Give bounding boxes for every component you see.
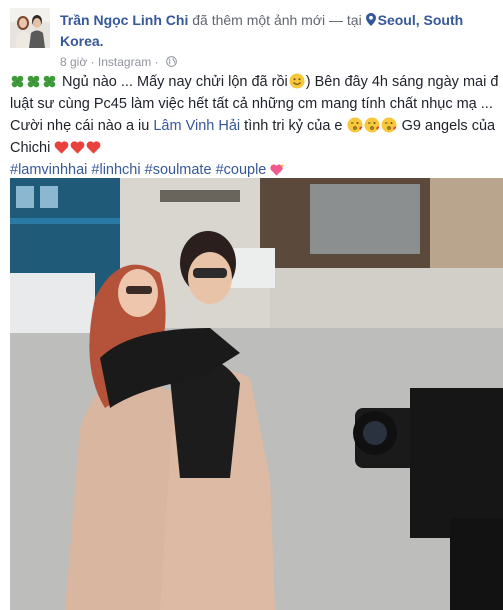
- post-text-segment: tình tri kỷ của e: [244, 118, 343, 134]
- post-text-segment: Cười nhẹ cái nào a iu: [10, 118, 150, 134]
- face-blowing-kiss-icon: [347, 117, 363, 133]
- post-text-line-4: Chichi: [10, 137, 498, 159]
- face-blowing-kiss-icon: [364, 117, 380, 133]
- post-action-text: đã thêm một ảnh mới — tại: [192, 12, 362, 28]
- post-text-segment: Bên đây 4h sáng ngày mai để: [314, 74, 498, 90]
- hashtag-link[interactable]: #couple: [216, 162, 267, 178]
- separator-dot: ·: [154, 55, 159, 69]
- four-leaf-clover-icon: [27, 75, 40, 88]
- post-source-label: Instagram: [97, 55, 152, 69]
- post-photo[interactable]: [10, 178, 503, 610]
- hashtag-link[interactable]: #lamvinhhai: [10, 162, 87, 178]
- red-heart-icon: [86, 141, 101, 154]
- post-text-line-1: Ngủ nào ... Mấy nay chửi lộn đã rồi ) Bê…: [10, 71, 498, 93]
- mention-link[interactable]: Lâm Vinh Hải: [153, 118, 240, 134]
- post-body: Ngủ nào ... Mấy nay chửi lộn đã rồi ) Bê…: [10, 71, 498, 181]
- red-heart-icon: [70, 141, 85, 154]
- post-timestamp-link[interactable]: 8 giờ: [60, 55, 87, 69]
- red-heart-icon: [54, 141, 69, 154]
- author-avatar[interactable]: [10, 8, 50, 48]
- author-name-link[interactable]: Trần Ngọc Linh Chi: [60, 12, 188, 28]
- post-text-segment: G9 angels của: [401, 118, 496, 134]
- post-text-line-2: luật sư cùng Pc45 làm việc hết tất cả nh…: [10, 96, 493, 112]
- globe-icon[interactable]: [166, 56, 177, 67]
- face-blowing-kiss-icon: [381, 117, 397, 133]
- hashtag-link[interactable]: #linhchi: [91, 162, 140, 178]
- separator-dot: ·: [90, 55, 95, 69]
- post-text-line-3: Cười nhẹ cái nào a iu Lâm Vinh Hải tình …: [10, 115, 498, 137]
- post-text-segment: Chichi: [10, 140, 51, 156]
- hashtag-link[interactable]: #soulmate: [145, 162, 212, 178]
- smiling-face-icon: [289, 73, 305, 89]
- sparkling-heart-icon: [270, 163, 285, 176]
- four-leaf-clover-icon: [43, 75, 56, 88]
- location-pin-icon: [365, 13, 376, 26]
- four-leaf-clover-icon: [11, 75, 24, 88]
- post-header: Trần Ngọc Linh Chi đã thêm một ảnh mới —…: [10, 8, 495, 70]
- post-subline: 8 giờ · Instagram ·: [60, 54, 177, 70]
- facebook-post: Trần Ngọc Linh Chi đã thêm một ảnh mới —…: [0, 0, 503, 610]
- post-meta: Trần Ngọc Linh Chi đã thêm một ảnh mới —…: [60, 10, 490, 52]
- post-text-segment: Ngủ nào ... Mấy nay chửi lộn đã rồi: [62, 74, 288, 90]
